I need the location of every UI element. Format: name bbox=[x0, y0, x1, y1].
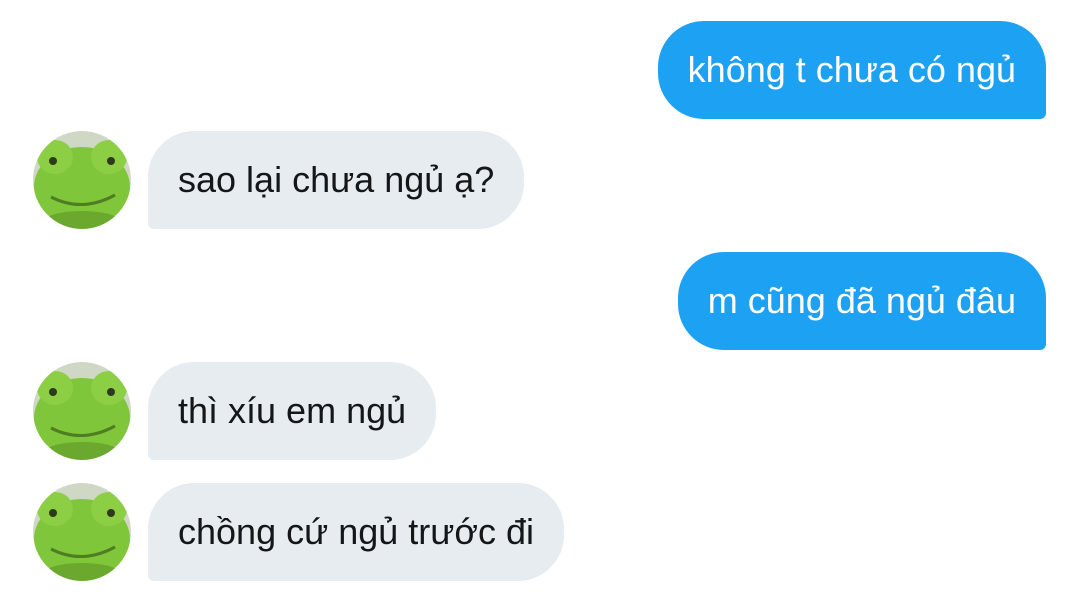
message-bubble-outgoing[interactable]: không t chưa có ngủ bbox=[657, 21, 1046, 119]
contact-avatar[interactable] bbox=[33, 131, 131, 229]
contact-avatar[interactable] bbox=[33, 483, 131, 581]
green-frog-plush-avatar-icon bbox=[33, 131, 131, 229]
contact-avatar[interactable] bbox=[33, 362, 131, 460]
message-bubble-outgoing[interactable]: m cũng đã ngủ đâu bbox=[677, 252, 1046, 350]
message-bubble-incoming[interactable]: thì xíu em ngủ bbox=[148, 362, 437, 460]
green-frog-plush-avatar-icon bbox=[33, 483, 131, 581]
green-frog-plush-avatar-icon bbox=[33, 362, 131, 460]
message-bubble-incoming[interactable]: chồng cứ ngủ trước đi bbox=[148, 483, 564, 581]
message-bubble-incoming[interactable]: sao lại chưa ngủ ạ? bbox=[148, 131, 525, 229]
